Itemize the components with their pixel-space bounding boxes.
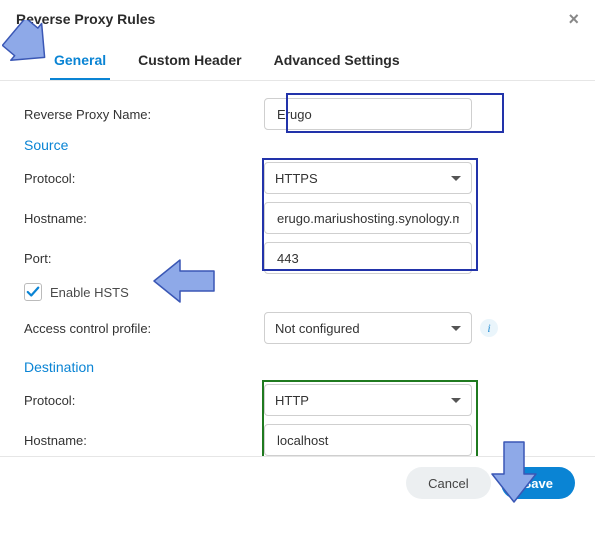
section-destination-title: Destination: [24, 359, 569, 375]
tab-bar: General Custom Header Advanced Settings: [0, 34, 595, 81]
select-acp-value: Not configured: [275, 321, 360, 336]
tab-custom-header[interactable]: Custom Header: [134, 44, 245, 80]
row-enable-hsts: Enable HSTS: [24, 283, 569, 301]
input-name-wrap[interactable]: [264, 98, 472, 130]
label-dst-protocol: Protocol:: [24, 393, 264, 408]
input-src-port[interactable]: [275, 250, 461, 267]
reverse-proxy-dialog: Reverse Proxy Rules × General Custom Hea…: [0, 0, 595, 509]
label-name: Reverse Proxy Name:: [24, 107, 264, 122]
row-acp: Access control profile: Not configured i: [24, 311, 569, 345]
dialog-body: Reverse Proxy Name: Source Protocol: HTT…: [0, 81, 595, 509]
label-acp: Access control profile:: [24, 321, 264, 336]
cancel-button[interactable]: Cancel: [406, 467, 490, 499]
select-acp[interactable]: Not configured: [264, 312, 472, 344]
input-src-hostname-wrap[interactable]: [264, 202, 472, 234]
close-icon[interactable]: ×: [568, 10, 579, 28]
input-src-port-wrap[interactable]: [264, 242, 472, 274]
dialog-title: Reverse Proxy Rules: [16, 11, 155, 27]
row-src-protocol: Protocol: HTTPS: [24, 161, 569, 195]
label-dst-hostname: Hostname:: [24, 433, 264, 448]
info-icon[interactable]: i: [480, 319, 498, 337]
chevron-down-icon: [451, 176, 461, 181]
input-src-hostname[interactable]: [275, 210, 461, 227]
chevron-down-icon: [451, 326, 461, 331]
tab-advanced-settings[interactable]: Advanced Settings: [270, 44, 404, 80]
checkmark-icon: [26, 285, 40, 299]
row-src-hostname: Hostname:: [24, 201, 569, 235]
dialog-titlebar: Reverse Proxy Rules ×: [0, 0, 595, 34]
select-src-protocol[interactable]: HTTPS: [264, 162, 472, 194]
row-dst-hostname: Hostname:: [24, 423, 569, 457]
label-enable-hsts: Enable HSTS: [50, 285, 129, 300]
dialog-footer: Cancel Save: [0, 456, 595, 509]
select-dst-protocol[interactable]: HTTP: [264, 384, 472, 416]
row-src-port: Port:: [24, 241, 569, 275]
section-source-title: Source: [24, 137, 569, 153]
save-button[interactable]: Save: [501, 467, 575, 499]
row-name: Reverse Proxy Name:: [24, 97, 569, 131]
input-dst-hostname[interactable]: [275, 432, 461, 449]
select-dst-protocol-value: HTTP: [275, 393, 309, 408]
input-dst-hostname-wrap[interactable]: [264, 424, 472, 456]
label-src-protocol: Protocol:: [24, 171, 264, 186]
tab-general[interactable]: General: [50, 44, 110, 80]
select-src-protocol-value: HTTPS: [275, 171, 318, 186]
input-name[interactable]: [275, 106, 461, 123]
label-src-hostname: Hostname:: [24, 211, 264, 226]
chevron-down-icon: [451, 398, 461, 403]
checkbox-enable-hsts[interactable]: [24, 283, 42, 301]
row-dst-protocol: Protocol: HTTP: [24, 383, 569, 417]
label-src-port: Port:: [24, 251, 264, 266]
